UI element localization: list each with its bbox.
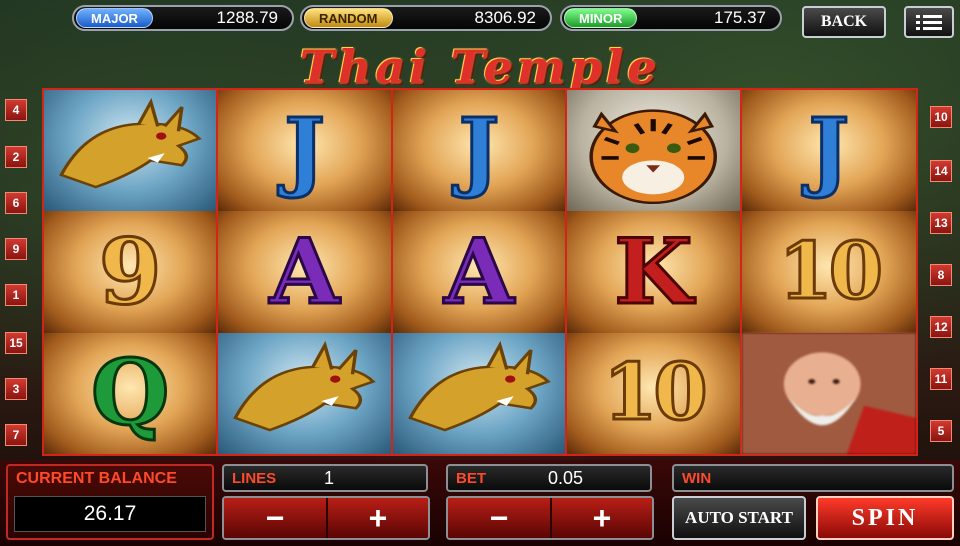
bet-display: BET 0.05 <box>446 464 652 492</box>
random-jackpot-label: RANDOM <box>304 8 393 28</box>
line-marker[interactable]: 7 <box>5 424 27 446</box>
line-marker[interactable]: 15 <box>5 332 27 354</box>
line-marker[interactable]: 2 <box>5 146 27 168</box>
random-jackpot: RANDOM 8306.92 <box>300 5 552 31</box>
reel-grid: J J J 9 A A K 10 Q 10 <box>42 88 918 456</box>
win-label: WIN <box>682 469 712 487</box>
line-marker[interactable]: 9 <box>5 238 27 260</box>
card-symbol: J <box>457 99 501 201</box>
lines-minus-button[interactable]: − <box>224 498 326 538</box>
bet-plus-button[interactable]: + <box>550 498 652 538</box>
lines-display: LINES 1 <box>222 464 428 492</box>
line-marker[interactable]: 10 <box>930 106 952 128</box>
line-marker[interactable]: 11 <box>930 368 952 390</box>
line-marker[interactable]: 4 <box>5 99 27 121</box>
lines-label: LINES <box>232 469 277 487</box>
left-line-markers: 4 2 6 9 1 15 3 7 <box>5 94 27 454</box>
lines-stepper: − + <box>222 496 430 540</box>
reel-symbol-card: J <box>741 90 916 212</box>
reel-symbol-tiger <box>567 90 742 212</box>
line-marker[interactable]: 6 <box>5 192 27 214</box>
win-display: WIN <box>672 464 954 492</box>
card-symbol: A <box>268 218 341 325</box>
line-marker[interactable]: 13 <box>930 212 952 234</box>
bet-label: BET <box>456 469 486 487</box>
reel-symbol-card: Q <box>44 332 219 454</box>
reel-symbol-card: J <box>218 90 393 212</box>
card-symbol: A <box>443 218 516 325</box>
balance-label: CURRENT BALANCE <box>16 470 177 487</box>
reel-symbol-card: 10 <box>741 211 916 333</box>
card-symbol: Q <box>89 340 170 447</box>
line-marker[interactable]: 1 <box>5 284 27 306</box>
spin-button[interactable]: SPIN <box>816 496 954 540</box>
reel-symbol-dragon <box>218 332 393 454</box>
card-symbol: 10 <box>777 225 885 317</box>
lines-plus-button[interactable]: + <box>326 498 428 538</box>
line-marker[interactable]: 14 <box>930 160 952 182</box>
major-jackpot-value: 1288.79 <box>216 8 278 27</box>
reel-symbol-monk <box>741 332 916 454</box>
line-marker[interactable]: 8 <box>930 264 952 286</box>
bet-stepper: − + <box>446 496 654 540</box>
reel-symbol-card: A <box>392 211 568 333</box>
minor-jackpot: MINOR 175.37 <box>560 5 782 31</box>
line-marker[interactable]: 12 <box>930 316 952 338</box>
balance-box: CURRENT BALANCE 26.17 <box>6 464 214 540</box>
reel-symbol-card: J <box>392 90 568 212</box>
card-symbol: 10 <box>602 347 710 439</box>
balance-value: 26.17 <box>83 502 137 525</box>
reel-symbol-card: 9 <box>44 211 219 333</box>
line-marker[interactable]: 3 <box>5 378 27 400</box>
random-jackpot-value: 8306.92 <box>474 8 536 27</box>
line-marker[interactable]: 5 <box>930 420 952 442</box>
major-jackpot: MAJOR 1288.79 <box>72 5 294 31</box>
minor-jackpot-value: 175.37 <box>714 8 766 27</box>
back-button[interactable]: BACK <box>802 6 886 38</box>
major-jackpot-label: MAJOR <box>76 8 153 28</box>
bet-value: 0.05 <box>548 467 584 488</box>
minor-jackpot-label: MINOR <box>564 8 638 28</box>
game-title: Thai Temple <box>299 40 661 94</box>
reel-symbol-dragon <box>44 90 219 212</box>
reel-symbol-card: A <box>218 211 393 333</box>
control-panel: CURRENT BALANCE 26.17 LINES 1 − + BET 0.… <box>0 460 960 546</box>
reel-symbol-card: K <box>567 211 742 333</box>
card-symbol: 9 <box>97 218 163 325</box>
card-symbol: J <box>807 99 851 201</box>
card-symbol: K <box>613 218 694 325</box>
right-line-markers: 10 14 13 8 12 11 5 <box>930 94 952 454</box>
menu-icon[interactable] <box>904 6 954 38</box>
lines-value: 1 <box>324 467 335 488</box>
game-background: MAJOR 1288.79 RANDOM 8306.92 MINOR 175.3… <box>0 0 960 546</box>
bet-minus-button[interactable]: − <box>448 498 550 538</box>
auto-start-button[interactable]: AUTO START <box>672 496 806 540</box>
reel-symbol-card: 10 <box>567 332 742 454</box>
card-symbol: J <box>283 99 327 201</box>
reel-symbol-dragon <box>392 332 568 454</box>
